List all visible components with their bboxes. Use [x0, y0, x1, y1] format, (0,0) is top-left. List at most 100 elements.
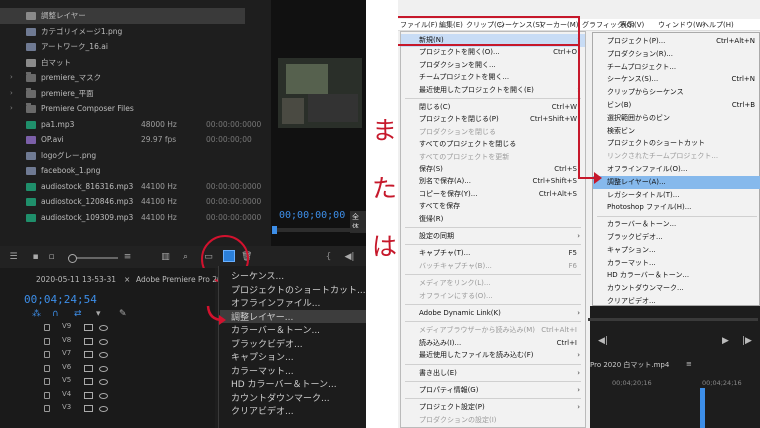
file-menu-item[interactable]: 読み込み(I)... Ctrl+I [401, 337, 585, 350]
menubar-item[interactable]: ウィンドウ(W) [658, 20, 705, 30]
submenu-item[interactable]: チームプロジェクト... [593, 61, 760, 74]
file-menu-item[interactable]: プロジェクト設定(P) › [401, 401, 585, 414]
submenu-item[interactable]: レガシータイトル(T)... [593, 189, 760, 202]
file-menu-item[interactable]: 別名で保存(A)... Ctrl+Shift+S [401, 175, 585, 188]
submenu-item[interactable]: Photoshop ファイル(H)... [593, 201, 760, 214]
submenu-item[interactable]: 調整レイヤー(A)... [593, 175, 760, 189]
file-menu-item[interactable]: 最近使用したファイルを読み込む(F) › [401, 349, 585, 362]
submenu-item[interactable]: カラーバー＆トーン... [593, 218, 760, 231]
file-menu-item[interactable]: プロジェクトを閉じる(P) Ctrl+Shift+W [401, 113, 585, 126]
project-item[interactable]: OP.avi 29.97 fps 00:00:00;00 [0, 132, 252, 148]
lock-icon[interactable] [44, 337, 50, 345]
file-menu-item[interactable]: チームプロジェクトを開く... [401, 71, 585, 84]
automate-sequence-icon[interactable]: ▥ [160, 252, 171, 262]
eye-icon[interactable] [99, 392, 108, 399]
project-item[interactable]: カテゴリイメージ1.png [0, 24, 245, 40]
mark-in-icon[interactable]: { [323, 252, 334, 262]
file-menu-item[interactable]: 復帰(R) [401, 213, 585, 226]
context-menu-item[interactable]: オフラインファイル... [231, 296, 320, 309]
freeform-view-icon[interactable]: ▫ [46, 252, 57, 262]
icon-view-icon[interactable]: ▪ [30, 252, 41, 262]
submenu-item[interactable]: カラーマット... [593, 257, 760, 270]
submenu-item[interactable]: キャプション... [593, 244, 760, 257]
project-item[interactable]: › premiere_平面 [0, 86, 245, 102]
submenu-item[interactable]: ビン(B) Ctrl+B [593, 99, 760, 112]
eye-icon[interactable] [99, 365, 108, 372]
marker-icon[interactable]: ▾ [96, 309, 101, 319]
file-menu-item[interactable]: 閉じる(C) Ctrl+W [401, 101, 585, 114]
context-menu-item[interactable]: ブラックビデオ... [231, 337, 303, 350]
context-menu-item[interactable]: 調整レイヤー... [220, 309, 366, 323]
sync-lock-icon[interactable] [84, 378, 93, 385]
eye-icon[interactable] [99, 325, 108, 331]
submenu-item[interactable]: シーケンス(S)... Ctrl+N [593, 73, 760, 86]
project-item[interactable]: 白マット [0, 55, 245, 71]
context-menu-item[interactable]: キャプション... [231, 350, 294, 363]
file-menu-item[interactable]: 保存(S) Ctrl+S [401, 163, 585, 176]
sync-lock-icon[interactable] [84, 405, 93, 412]
project-item[interactable]: pa1.mp3 48000 Hz 00:00:00:0000 [0, 117, 261, 133]
playhead[interactable] [700, 388, 705, 428]
track-header[interactable]: V7 [44, 349, 114, 361]
close-tab-icon[interactable]: × [124, 275, 130, 284]
submenu-item[interactable]: 選択範囲からのビン [593, 112, 760, 125]
submenu-item[interactable]: ブラックビデオ... [593, 231, 760, 244]
file-menu-item[interactable]: すべてのプロジェクトを閉じる [401, 138, 585, 151]
submenu-item[interactable]: HD カラーバー＆トーン... [593, 269, 760, 282]
timeline-timecode[interactable]: 00;04;24;54 [24, 293, 97, 306]
track-header[interactable]: V8 [44, 336, 114, 348]
linked-selection-icon[interactable]: ⇄ [74, 309, 82, 319]
step-back-icon[interactable]: ◀| [598, 336, 608, 346]
context-menu-item[interactable]: カウントダウンマーク... [231, 391, 330, 404]
eye-icon[interactable] [99, 379, 108, 385]
menubar-item[interactable]: ヘルプ(H) [702, 20, 734, 30]
file-menu-item[interactable]: すべてを保存 [401, 200, 585, 213]
file-menu-item[interactable]: 書き出し(E) › [401, 367, 585, 380]
file-menu-item[interactable]: コピーを保存(Y)... Ctrl+Alt+S [401, 188, 585, 201]
step-back-icon[interactable]: ◀| [344, 252, 355, 262]
submenu-item[interactable]: プロジェクト(P)... Ctrl+Alt+N [593, 35, 760, 48]
context-menu-item[interactable]: HD カラーバー＆トーン... [231, 377, 337, 390]
eye-icon[interactable] [99, 338, 108, 345]
play-icon[interactable]: ▶ [722, 336, 729, 346]
find-icon[interactable]: ⌕ [180, 252, 191, 262]
track-header[interactable]: V9 [44, 322, 114, 334]
project-item[interactable]: › Premiere Composer Files [0, 101, 245, 117]
file-menu-item[interactable]: プロジェクトを開く(O)... Ctrl+O [401, 46, 585, 59]
track-header[interactable]: V5 [44, 376, 114, 388]
menubar-item[interactable]: 表示(V) [620, 20, 644, 30]
submenu-item[interactable]: オフラインファイル(O)... [593, 163, 760, 176]
submenu-item[interactable]: カウントダウンマーク... [593, 282, 760, 295]
submenu-item[interactable]: プロダクション(R)... [593, 48, 760, 61]
snap-icon[interactable]: ∩ [52, 309, 59, 319]
track-header[interactable]: V4 [44, 390, 114, 402]
track-header[interactable]: V3 [44, 403, 114, 415]
monitor-timecode[interactable]: 00;00;00;00 [279, 210, 345, 221]
submenu-item[interactable]: 検索ビン [593, 125, 760, 138]
sequence-tab[interactable]: Pro 2020 白マット.mp4 [590, 360, 669, 370]
lock-icon[interactable] [44, 324, 50, 331]
list-view-icon[interactable]: ☰ [8, 252, 19, 262]
project-item[interactable]: audiostock_120846.mp3 44100 Hz 00:00:00:00… [0, 194, 261, 210]
sync-lock-icon[interactable] [84, 337, 93, 345]
context-menu-item[interactable]: カラーマット... [231, 364, 294, 377]
nest-icon[interactable]: ⁂ [32, 309, 41, 319]
eye-icon[interactable] [99, 352, 108, 358]
project-item[interactable]: 調整レイヤー [0, 8, 245, 24]
expand-chevron-icon[interactable]: › [10, 86, 13, 102]
project-item[interactable]: audiostock_109309.mp3 44100 Hz 00:00:00:00… [0, 210, 261, 226]
file-menu-item[interactable]: 設定の同期 › [401, 230, 585, 243]
lock-icon[interactable] [44, 364, 50, 372]
project-item[interactable]: facebook_1.png [0, 163, 245, 179]
wrench-icon[interactable]: ✎ [119, 309, 127, 319]
context-menu-item[interactable]: クリアビデオ... [231, 404, 294, 417]
sync-lock-icon[interactable] [84, 324, 93, 331]
sync-lock-icon[interactable] [84, 351, 93, 358]
project-item[interactable]: audiostock_816316.mp3 44100 Hz 00:00:00:00… [0, 179, 261, 195]
lock-icon[interactable] [44, 378, 50, 385]
context-menu-item[interactable]: プロジェクトのショートカット... [231, 283, 366, 296]
eye-icon[interactable] [99, 406, 108, 412]
project-item[interactable]: logoグレー.png [0, 148, 245, 164]
step-forward-icon[interactable]: |▶ [742, 336, 752, 346]
context-menu-item[interactable]: シーケンス... [231, 269, 284, 282]
